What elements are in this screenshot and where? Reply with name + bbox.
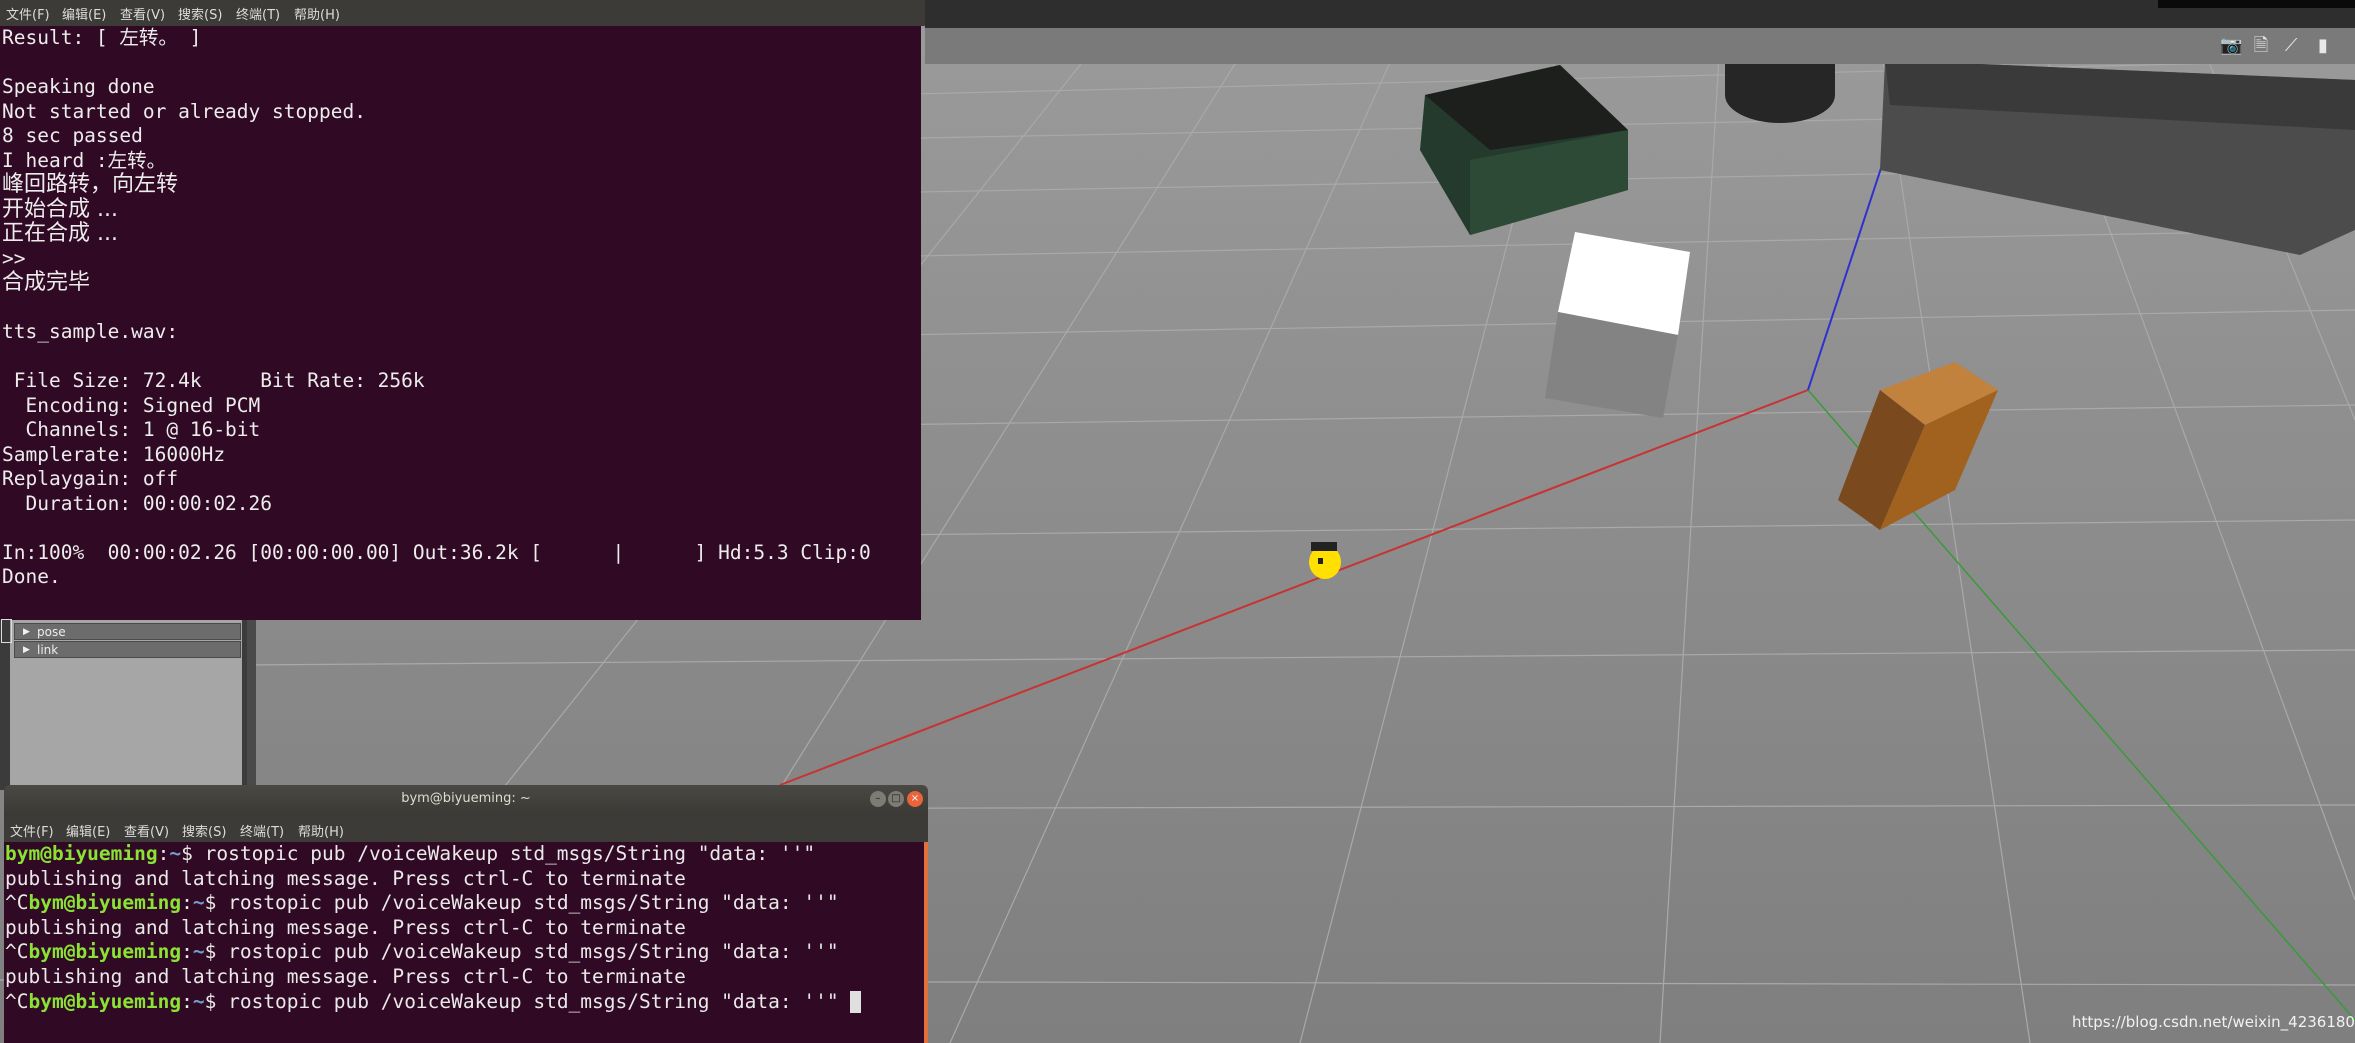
- menu-search[interactable]: 搜索(S): [178, 4, 222, 23]
- plot-icon[interactable]: ⟋: [2280, 36, 2302, 56]
- terminal-line: Channels: 1 @ 16-bit: [2, 418, 261, 441]
- prompt-path: ~: [169, 842, 182, 865]
- menu-edit[interactable]: 编辑(E): [62, 4, 106, 23]
- menu-file[interactable]: 文件(F): [6, 4, 50, 23]
- robot-model[interactable]: [1309, 542, 1341, 579]
- prompt-user: bym@biyueming: [28, 989, 182, 1013]
- terminal-line: Replaygain: off: [2, 467, 179, 490]
- jersey-barrier-model[interactable]: [1880, 60, 2355, 255]
- terminal-line: In:100% 00:00:02.26 [00:00:00.00] Out:36…: [2, 540, 871, 564]
- terminal-line: Samplerate: 16000Hz: [2, 442, 226, 466]
- prompt-path: ~: [192, 940, 205, 964]
- menu-view[interactable]: 查看(V): [120, 4, 165, 23]
- x-axis-line: [779, 389, 1809, 786]
- terminal-bottom-menubar: 文件(F) 编辑(E) 查看(V) 搜索(S) 终端(T) 帮助(H): [4, 815, 928, 842]
- close-icon[interactable]: ×: [907, 791, 923, 807]
- prompt-path: ~: [192, 989, 205, 1013]
- tree-item-pose[interactable]: ▶ pose: [14, 623, 241, 640]
- prompt-path: ~: [192, 891, 205, 915]
- terminal-line: Not started or already stopped.: [2, 99, 366, 123]
- terminal-focus-border: [924, 842, 928, 1043]
- tree-item-label: link: [37, 643, 59, 657]
- terminal-line: File Size: 72.4k Bit Rate: 256k: [2, 369, 425, 392]
- terminal-line: 正在合成 ...: [2, 221, 118, 246]
- terminal-line: 8 sec passed: [2, 124, 143, 147]
- terminal-top-output[interactable]: Result: [ 左转。 ] Speaking done Not starte…: [0, 26, 921, 643]
- prompt-user: bym@biyueming: [5, 842, 158, 865]
- terminal-line: Speaking done: [2, 75, 155, 98]
- terminal-line: publishing and latching message. Press c…: [5, 915, 686, 939]
- terminal-line: ^Cbym@biyueming:~$ rostopic pub /voiceWa…: [5, 940, 839, 964]
- interrupt-text: ^C: [5, 940, 29, 964]
- terminal-line: Encoding: Signed PCM: [2, 393, 261, 417]
- prompt-user: bym@biyueming: [28, 940, 182, 964]
- panel-splitter[interactable]: [247, 610, 256, 790]
- terminal-top-menubar: 文件(F) 编辑(E) 查看(V) 搜索(S) 终端(T) 帮助(H): [0, 0, 925, 26]
- interrupt-text: ^C: [5, 989, 29, 1013]
- expand-arrow-icon[interactable]: ▶: [23, 624, 30, 641]
- terminal-line: Duration: 00:00:02.26: [2, 491, 273, 515]
- expand-arrow-icon[interactable]: ▶: [23, 642, 30, 659]
- terminal-line: tts_sample.wav:: [2, 320, 179, 343]
- minimize-icon[interactable]: –: [870, 791, 886, 807]
- terminal-line: publishing and latching message. Press c…: [5, 965, 686, 988]
- terminal-line: 合成完毕: [2, 270, 91, 295]
- gazebo-top-edge: [2158, 0, 2355, 8]
- terminal-line: 峰回路转，向左转: [2, 172, 179, 197]
- window-title: bym@biyueming: ~: [401, 791, 531, 806]
- command-text: rostopic pub /voiceWakeup std_msgs/Strin…: [228, 989, 839, 1013]
- terminal-line: Result: [ 左转。 ]: [2, 26, 202, 49]
- prompt-user: bym@biyueming: [28, 891, 182, 915]
- terminal-cursor: [850, 991, 862, 1014]
- terminal-line: ^Cbym@biyueming:~$ rostopic pub /voiceWa…: [5, 989, 862, 1015]
- maximize-icon[interactable]: □: [888, 791, 904, 807]
- menu-terminal[interactable]: 终端(T): [236, 4, 280, 23]
- terminal-line: bym@biyueming:~$ rostopic pub /voiceWake…: [5, 842, 816, 865]
- menu-terminal[interactable]: 终端(T): [240, 821, 284, 840]
- terminal-bottom-titlebar[interactable]: bym@biyueming: ~: [4, 785, 928, 815]
- menu-help[interactable]: 帮助(H): [294, 4, 340, 23]
- menu-file[interactable]: 文件(F): [10, 821, 54, 840]
- tree-item-label: pose: [37, 625, 66, 639]
- command-text: rostopic pub /voiceWakeup std_msgs/Strin…: [204, 842, 816, 865]
- dumpster-model[interactable]: [1420, 65, 1628, 235]
- terminal-cursor: [1, 619, 12, 643]
- gazebo-menubar: [925, 0, 2355, 28]
- menu-search[interactable]: 搜索(S): [182, 821, 226, 840]
- terminal-line: >>: [2, 246, 26, 270]
- interrupt-text: ^C: [5, 891, 29, 915]
- save-icon[interactable]: 🗎: [2250, 36, 2272, 56]
- gazebo-toolbar: [925, 28, 2355, 64]
- box-model[interactable]: [1545, 232, 1690, 418]
- menu-help[interactable]: 帮助(H): [298, 821, 344, 840]
- terminal-line: ^Cbym@biyueming:~$ rostopic pub /voiceWa…: [5, 891, 839, 915]
- command-text: rostopic pub /voiceWakeup std_msgs/Strin…: [228, 891, 839, 915]
- command-text: rostopic pub /voiceWakeup std_msgs/Strin…: [228, 940, 839, 964]
- terminal-line: 开始合成 ...: [2, 196, 118, 222]
- menu-edit[interactable]: 编辑(E): [66, 821, 110, 840]
- terminal-line: I heard :左转。: [2, 148, 167, 172]
- bookshelf-model[interactable]: [1838, 362, 1998, 530]
- watermark: https://blog.csdn.net/weixin_42361804: [2072, 1013, 2355, 1031]
- terminal-line: Done.: [2, 565, 61, 588]
- tree-item-link[interactable]: ▶ link: [14, 641, 241, 658]
- video-icon[interactable]: ▮: [2312, 36, 2334, 56]
- terminal-line: publishing and latching message. Press c…: [5, 866, 686, 890]
- menu-view[interactable]: 查看(V): [124, 821, 169, 840]
- camera-icon[interactable]: 📷: [2220, 36, 2242, 56]
- terminal-bottom-output[interactable]: bym@biyueming:~$ rostopic pub /voiceWake…: [4, 842, 924, 1043]
